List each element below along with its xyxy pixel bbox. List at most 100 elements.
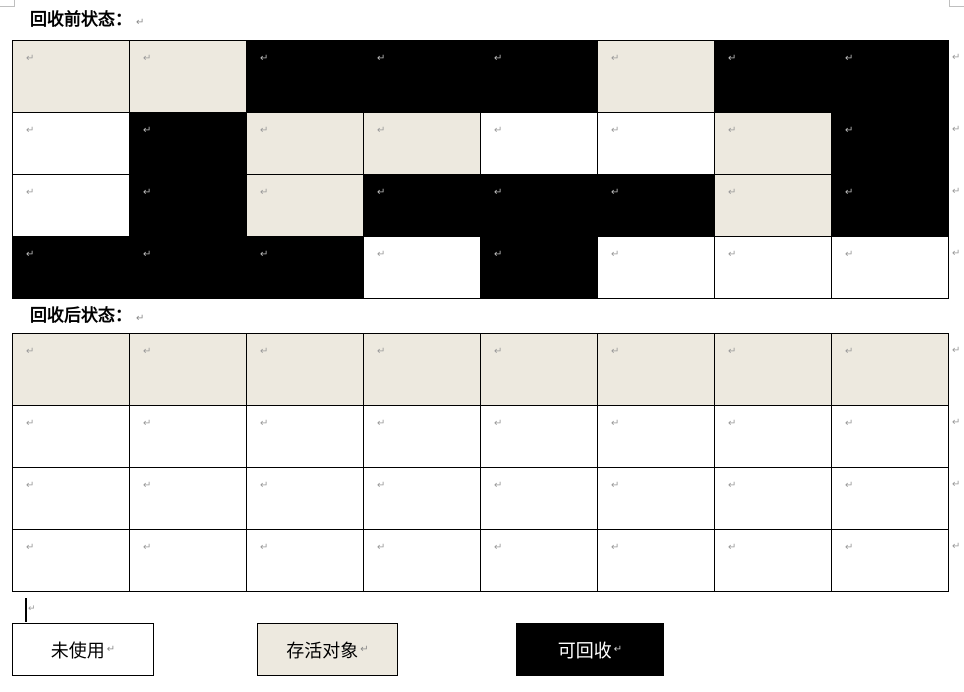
paragraph-mark-icon: ↵: [728, 249, 737, 260]
after-cell: ↵: [130, 468, 247, 530]
legend-reclaimable: 可回收 ↵: [516, 623, 664, 676]
paragraph-mark-icon: ↵: [260, 53, 269, 64]
paragraph-mark-icon: ↵: [845, 542, 854, 553]
paragraph-mark-icon: ↵: [377, 53, 386, 64]
before-cell: ↵: [832, 113, 949, 175]
after-cell: ↵: [364, 468, 481, 530]
row-end-mark-icon: ↵: [952, 248, 961, 259]
paragraph-mark-icon: ↵: [494, 249, 503, 260]
paragraph-mark-icon: ↵: [26, 249, 35, 260]
before-cell: ↵: [832, 41, 949, 113]
before-cell: ↵: [481, 113, 598, 175]
paragraph-mark-icon: ↵: [26, 542, 35, 553]
before-cell: ↵: [130, 237, 247, 299]
paragraph-mark-icon: ↵: [611, 346, 620, 357]
paragraph-mark-icon: ↵: [106, 644, 116, 655]
paragraph-mark-icon: ↵: [260, 480, 269, 491]
after-cell: ↵: [130, 334, 247, 406]
paragraph-mark-icon: ↵: [845, 346, 854, 357]
paragraph-mark-icon: ↵: [143, 125, 152, 136]
after-cell: ↵: [715, 334, 832, 406]
after-cell: ↵: [715, 530, 832, 592]
after-cell: ↵: [13, 468, 130, 530]
after-memory-grid: ↵ ↵ ↵ ↵ ↵ ↵ ↵ ↵ ↵ ↵ ↵ ↵ ↵ ↵ ↵ ↵ ↵ ↵ ↵ ↵ ↵ ↵ ↵ ↵ ↵ ↵ ↵ ↵ ↵ ↵ ↵ ↵: [12, 333, 949, 592]
paragraph-mark-icon: ↵: [26, 418, 35, 429]
after-cell: ↵: [247, 334, 364, 406]
after-cell: ↵: [13, 406, 130, 468]
paragraph-mark-icon: ↵: [28, 604, 36, 614]
paragraph-mark-icon: ↵: [611, 542, 620, 553]
row-end-mark-icon: ↵: [952, 186, 961, 197]
paragraph-mark-icon: ↵: [611, 418, 620, 429]
paragraph-mark-icon: ↵: [260, 346, 269, 357]
paragraph-mark-icon: ↵: [611, 187, 620, 198]
paragraph-mark-icon: ↵: [845, 418, 854, 429]
before-cell: ↵: [598, 41, 715, 113]
after-cell: ↵: [364, 334, 481, 406]
before-cell: ↵: [364, 237, 481, 299]
before-cell: ↵: [130, 175, 247, 237]
after-cell: ↵: [598, 406, 715, 468]
paragraph-mark-icon: ↵: [377, 542, 386, 553]
paragraph-mark-icon: ↵: [494, 418, 503, 429]
paragraph-mark-icon: ↵: [613, 644, 623, 655]
paragraph-mark-icon: ↵: [260, 542, 269, 553]
paragraph-mark-icon: ↵: [845, 125, 854, 136]
after-title: 回收后状态：: [30, 306, 132, 326]
paragraph-mark-icon: ↵: [377, 125, 386, 136]
paragraph-mark-icon: ↵: [728, 346, 737, 357]
before-cell: ↵: [832, 237, 949, 299]
legend-unused: 未使用 ↵: [12, 623, 154, 676]
paragraph-mark-icon: ↵: [845, 187, 854, 198]
paragraph-mark-icon: ↵: [728, 480, 737, 491]
paragraph-mark-icon: ↵: [143, 53, 152, 64]
paragraph-mark-icon: ↵: [377, 480, 386, 491]
paragraph-mark-icon: ↵: [26, 187, 35, 198]
after-cell: ↵: [247, 530, 364, 592]
paragraph-mark-icon: ↵: [26, 346, 35, 357]
paragraph-mark-icon: ↵: [845, 53, 854, 64]
before-cell: ↵: [130, 41, 247, 113]
paragraph-mark-icon: ↵: [26, 480, 35, 491]
after-cell: ↵: [715, 406, 832, 468]
paragraph-mark-icon: ↵: [728, 542, 737, 553]
paragraph-mark-icon: ↵: [360, 644, 369, 655]
row-end-mark-icon: ↵: [952, 124, 961, 135]
after-cell: ↵: [13, 334, 130, 406]
paragraph-mark-icon: ↵: [494, 480, 503, 491]
row-end-mark-icon: ↵: [952, 417, 961, 428]
paragraph-mark-icon: ↵: [728, 125, 737, 136]
paragraph-mark-icon: ↵: [26, 53, 35, 64]
after-cell: ↵: [481, 530, 598, 592]
after-cell: ↵: [481, 334, 598, 406]
legend-unused-label: 未使用: [50, 640, 105, 662]
after-cell: ↵: [832, 334, 949, 406]
paragraph-mark-icon: ↵: [845, 249, 854, 260]
before-cell: ↵: [598, 175, 715, 237]
paragraph-mark-icon: ↵: [377, 249, 386, 260]
after-cell: ↵: [832, 530, 949, 592]
after-cell: ↵: [598, 530, 715, 592]
text-cursor: [25, 598, 27, 622]
paragraph-mark-icon: ↵: [143, 418, 152, 429]
paragraph-mark-icon: ↵: [728, 53, 737, 64]
before-cell: ↵: [481, 237, 598, 299]
paragraph-mark-icon: ↵: [494, 53, 503, 64]
before-cell: ↵: [832, 175, 949, 237]
paragraph-mark-icon: ↵: [845, 480, 854, 491]
after-cell: ↵: [598, 334, 715, 406]
before-cell: ↵: [598, 113, 715, 175]
paragraph-mark-icon: ↵: [611, 125, 620, 136]
before-cell: ↵: [247, 113, 364, 175]
legend-live-label: 存活对象: [286, 640, 359, 662]
before-cell: ↵: [364, 113, 481, 175]
paragraph-mark-icon: ↵: [143, 542, 152, 553]
after-cell: ↵: [247, 406, 364, 468]
paragraph-mark-icon: ↵: [136, 17, 145, 28]
row-end-mark-icon: ↵: [952, 52, 961, 63]
paragraph-mark-icon: ↵: [494, 125, 503, 136]
paragraph-mark-icon: ↵: [143, 249, 152, 260]
paragraph-mark-icon: ↵: [611, 249, 620, 260]
paragraph-mark-icon: ↵: [377, 346, 386, 357]
paragraph-mark-icon: ↵: [494, 542, 503, 553]
